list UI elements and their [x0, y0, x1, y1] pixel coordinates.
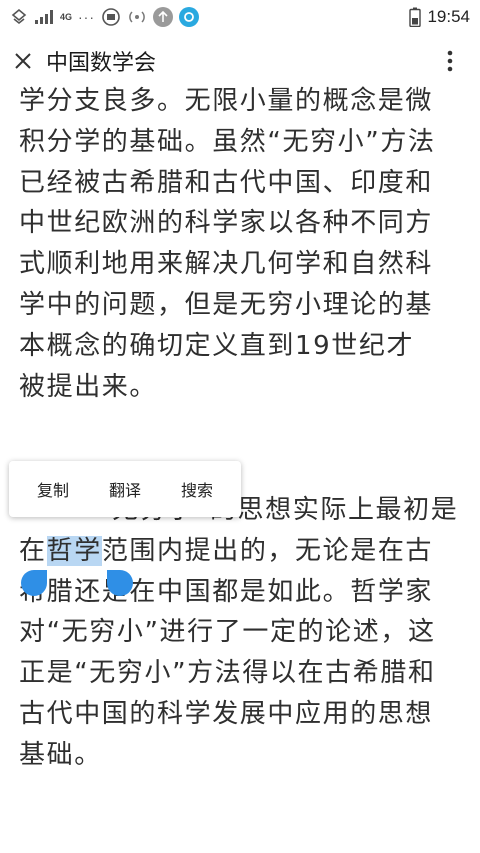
text-segment: 在 [19, 535, 47, 566]
more-notifications-indicator: ··· [78, 9, 96, 25]
translate-button[interactable]: 翻译 [103, 469, 147, 509]
text-line-with-selection: 在哲学范围内提出的，无论是在古 [19, 531, 467, 572]
text-line: 中世纪欧洲的科学家以各种不同方 [19, 208, 434, 239]
status-right: 19:54 [409, 7, 470, 27]
text-line: 正是“无穷小”方法得以在古希腊和 [19, 658, 436, 689]
text-segment: 范围内提出的，无论是在古 [101, 535, 434, 566]
status-bar: 4G ··· 19:54 [0, 0, 480, 34]
article-body: 学分支良多。无限小量的概念是微 积分学的基础。虽然“无穷小”方法 已经被古希腊和… [19, 81, 467, 407]
wifi-hotspot-icon [127, 7, 147, 27]
clock: 19:54 [427, 7, 470, 26]
title-bar: 中国数学会 [0, 34, 480, 88]
text-line: 被提出来。 [19, 371, 158, 402]
paragraph-2: “无穷小”的思想实际上最初是 在哲学范围内提出的，无论是在古 希腊还是在中国都是… [19, 490, 467, 776]
copy-button[interactable]: 复制 [31, 469, 75, 509]
selection-start-handle[interactable] [21, 570, 47, 596]
selection-end-handle[interactable] [107, 570, 133, 596]
text-line: 已经被古希腊和古代中国、印度和 [19, 167, 434, 198]
battery-icon [409, 7, 422, 27]
signal-icon [34, 9, 54, 25]
status-left: 4G ··· [10, 7, 200, 27]
close-icon [15, 53, 31, 69]
text-line: 希腊还是在中国都是如此。哲学家 [19, 576, 434, 607]
close-button[interactable] [0, 34, 46, 88]
more-vertical-icon [447, 50, 453, 72]
notification-icon [101, 7, 121, 27]
text-line: 学中的问题，但是无穷小理论的基 [19, 289, 434, 320]
page-title: 中国数学会 [46, 51, 157, 76]
selection-context-menu: 复制 翻译 搜索 [9, 461, 241, 517]
sim-icon [10, 8, 28, 26]
text-line: 学分支良多。无限小量的概念是微 [19, 86, 434, 116]
text-line: 积分学的基础。虽然“无穷小”方法 [19, 126, 436, 157]
paragraph-1: 学分支良多。无限小量的概念是微 积分学的基础。虽然“无穷小”方法 已经被古希腊和… [19, 81, 467, 407]
text-line: 本概念的确切定义直到19世纪才 [19, 330, 415, 361]
upload-icon [153, 7, 174, 27]
search-button[interactable]: 搜索 [175, 469, 219, 509]
text-line: 式顺利地用来解决几何学和自然科 [19, 249, 434, 280]
network-type-label: 4G [60, 11, 73, 22]
app-icon [179, 7, 200, 27]
text-line: 基础。 [19, 739, 102, 770]
text-line: 对“无穷小”进行了一定的论述，这 [19, 617, 436, 648]
more-menu-button[interactable] [430, 34, 470, 88]
selected-text[interactable]: 哲学 [46, 535, 102, 566]
text-line: 古代中国的科学发展中应用的思想 [19, 698, 434, 729]
